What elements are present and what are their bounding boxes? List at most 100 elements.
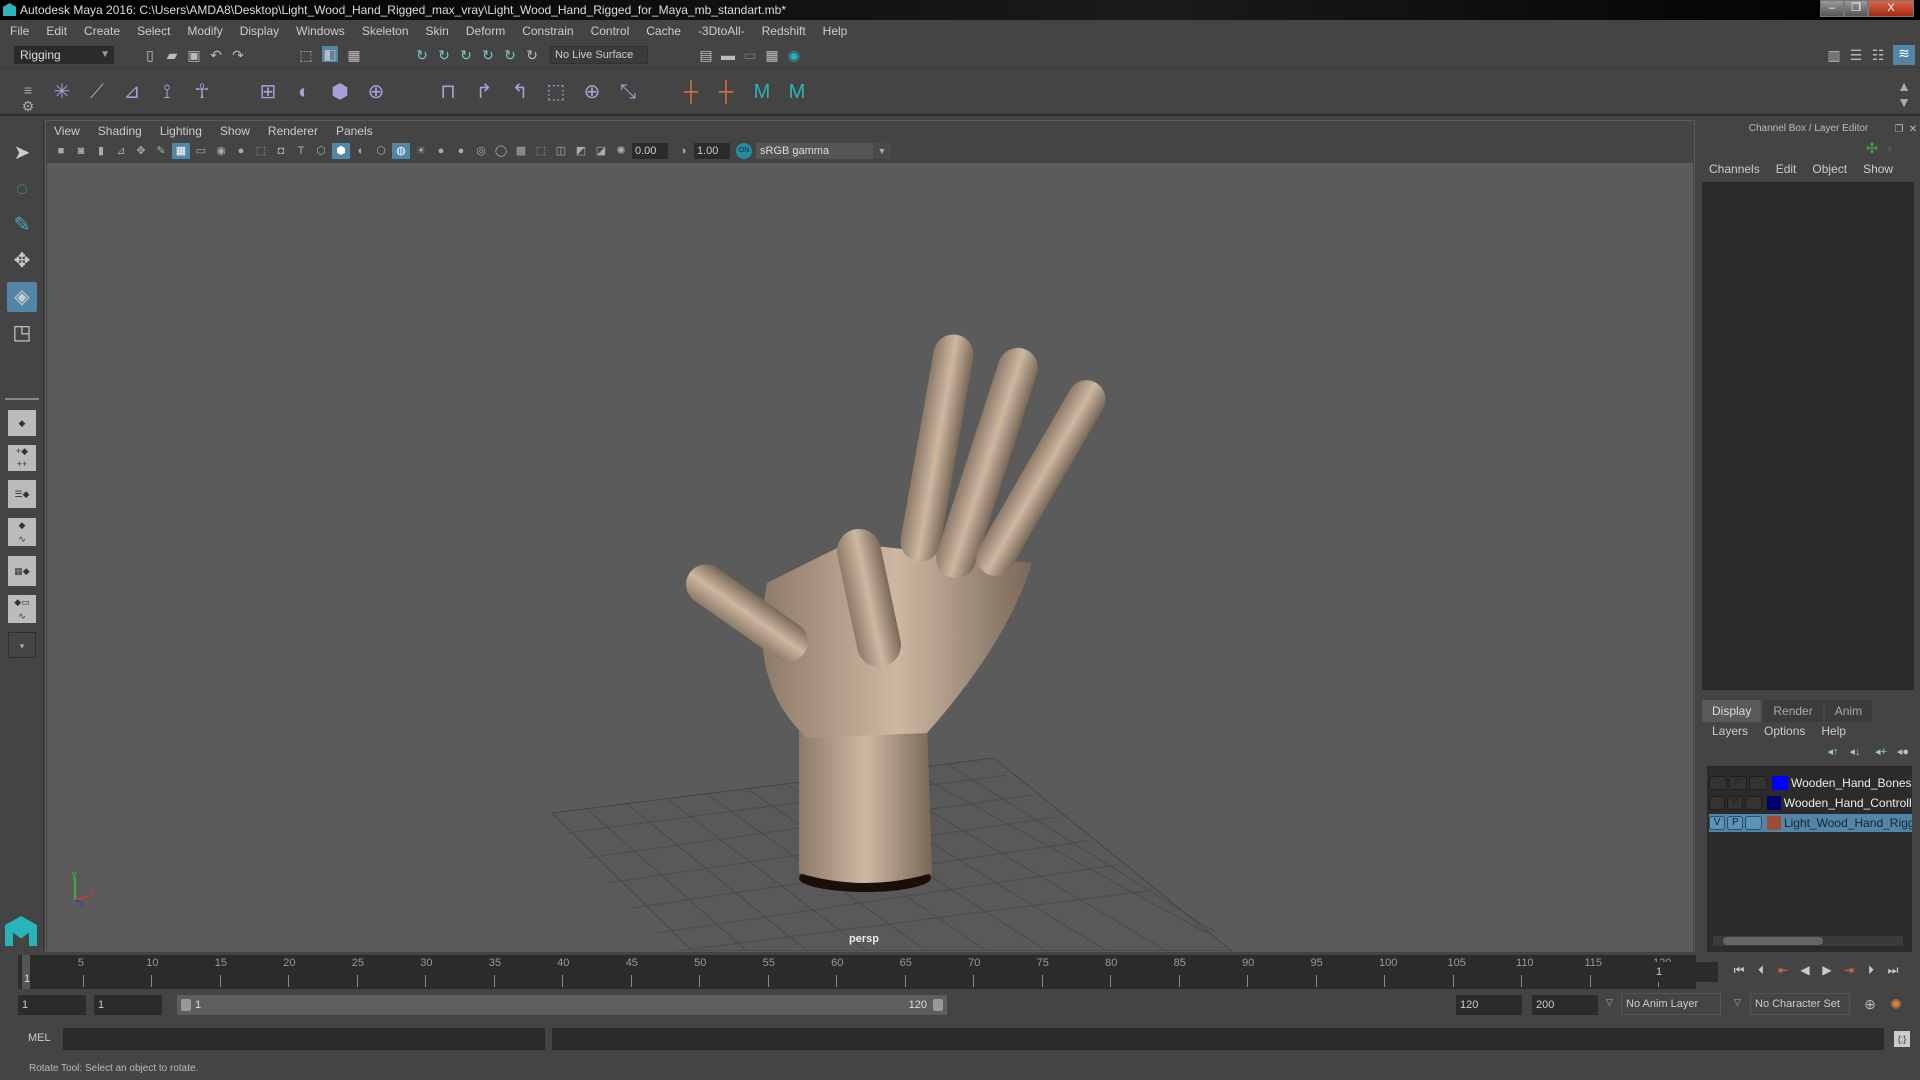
- manipulator-icon[interactable]: ✣: [1864, 140, 1880, 156]
- gamma-icon[interactable]: ◑: [674, 143, 692, 159]
- scrollbar-thumb[interactable]: [1723, 937, 1823, 945]
- menu-3dtoall[interactable]: -3DtoAll-: [698, 24, 745, 38]
- menu-set-dropdown[interactable]: Rigging ▼: [14, 46, 114, 64]
- menu-create[interactable]: Create: [84, 24, 120, 38]
- menu-skeleton[interactable]: Skeleton: [362, 24, 409, 38]
- layer-display-type-toggle[interactable]: [1749, 776, 1767, 790]
- new-empty-layer-icon[interactable]: ◂+: [1873, 744, 1889, 760]
- select-object-icon[interactable]: ◧: [322, 46, 338, 62]
- snap-curve-icon[interactable]: ↻: [436, 47, 452, 63]
- parent-constraint-icon[interactable]: ⊓: [436, 80, 460, 104]
- attribute-editor-icon[interactable]: ☰: [1848, 47, 1864, 63]
- script-editor-icon[interactable]: {;}: [1894, 1031, 1910, 1047]
- textured-icon[interactable]: ◍: [392, 143, 410, 159]
- exposure-field[interactable]: 0.00: [632, 143, 668, 159]
- render-settings-icon[interactable]: ▦: [764, 47, 780, 63]
- motion-blur-icon[interactable]: ◎: [472, 143, 490, 159]
- snap-view-plane-icon[interactable]: ↻: [502, 47, 518, 63]
- menu-modify[interactable]: Modify: [187, 24, 222, 38]
- xray-active-icon[interactable]: ◩: [572, 143, 590, 159]
- shelf-menu-icon[interactable]: ≡: [20, 82, 36, 98]
- locator-link-icon[interactable]: ┼: [714, 80, 738, 104]
- layer-row[interactable]: P Wooden_Hand_Controllers: [1709, 794, 1912, 812]
- persp-graph-layout-button[interactable]: ◆ ∿: [8, 518, 36, 546]
- 2d-pan-zoom-icon[interactable]: ✥: [132, 143, 150, 159]
- bind-skin-icon[interactable]: ⊞: [256, 80, 280, 104]
- menu-control[interactable]: Control: [591, 24, 630, 38]
- layer-row[interactable]: V P Light_Wood_Hand_Rigged: [1709, 814, 1912, 832]
- step-back-key-icon[interactable]: ⇤: [1772, 963, 1794, 978]
- playback-end-field[interactable]: 120: [1456, 995, 1522, 1015]
- humanik-icon[interactable]: ☥: [190, 80, 214, 104]
- depth-of-field-icon[interactable]: ▩: [512, 143, 530, 159]
- wireframe-on-shaded-icon[interactable]: ⬡: [372, 143, 390, 159]
- layer-playback-toggle[interactable]: P: [1727, 816, 1744, 830]
- tab-anim[interactable]: Anim: [1824, 700, 1873, 722]
- layer-visibility-toggle[interactable]: [1709, 796, 1726, 810]
- menu-deform[interactable]: Deform: [466, 24, 505, 38]
- gear-icon[interactable]: ⚙: [20, 98, 36, 114]
- go-to-end-icon[interactable]: ⏭: [1882, 963, 1904, 978]
- bookmark-icon[interactable]: ▮: [92, 143, 110, 159]
- redo-icon[interactable]: ↷: [230, 47, 246, 63]
- four-pane-layout-button[interactable]: +◆ ++: [8, 445, 36, 471]
- camera-select-icon[interactable]: ■: [52, 143, 70, 159]
- animation-preferences-icon[interactable]: ✺: [1888, 996, 1904, 1012]
- menu-file[interactable]: File: [10, 24, 29, 38]
- shelf-scroll-up-icon[interactable]: ▲: [1896, 78, 1912, 94]
- select-tool-icon[interactable]: ➤: [7, 138, 37, 168]
- new-layer-from-selection-icon[interactable]: ◂●: [1895, 744, 1911, 760]
- layer-playback-toggle[interactable]: P: [1729, 776, 1747, 790]
- persp-graph-hypergraph-layout-button[interactable]: ◆▭ ∿: [8, 595, 36, 623]
- layer-color-swatch[interactable]: [1772, 776, 1788, 790]
- isolate-select-icon[interactable]: ⬚: [532, 143, 550, 159]
- step-back-frame-icon[interactable]: ⏴: [1750, 963, 1772, 978]
- smooth-bind-icon[interactable]: ◐: [292, 80, 316, 104]
- maya-logo-icon[interactable]: M: [750, 80, 774, 104]
- cluster-icon[interactable]: ⊕: [364, 80, 388, 104]
- play-backwards-icon[interactable]: ◀: [1794, 963, 1816, 978]
- viewport-menu-shading[interactable]: Shading: [98, 124, 142, 138]
- render-view-icon[interactable]: ▤: [698, 47, 714, 63]
- exposure-icon[interactable]: ✺: [612, 143, 630, 159]
- snap-grid-icon[interactable]: ↻: [414, 47, 430, 63]
- safe-action-icon[interactable]: ◘: [272, 143, 290, 159]
- viewport-menu-view[interactable]: View: [54, 124, 80, 138]
- lattice-icon[interactable]: ⬢: [328, 80, 352, 104]
- le-menu-options[interactable]: Options: [1764, 724, 1805, 738]
- anim-layer-dropdown-arrow[interactable]: ▽: [1606, 997, 1613, 1008]
- time-slider[interactable]: 1 5 10 15 20 25 30 35 40 45 50 55 60 65 70 75 80 85 90 95 1…: [18, 955, 1696, 989]
- select-component-icon[interactable]: ▦: [346, 47, 362, 63]
- modeling-toolkit-icon[interactable]: ▥: [1826, 47, 1842, 63]
- shadows-icon[interactable]: ●: [432, 143, 450, 159]
- tool-settings-icon[interactable]: ☷: [1870, 47, 1886, 63]
- layer-color-swatch[interactable]: [1766, 816, 1781, 830]
- safe-title-icon[interactable]: T: [292, 143, 310, 159]
- grid-icon[interactable]: ▦: [172, 143, 190, 159]
- menu-display[interactable]: Display: [240, 24, 279, 38]
- pole-vector-icon[interactable]: ⤡: [616, 80, 640, 104]
- paint-select-tool-icon[interactable]: ✎: [7, 210, 37, 240]
- menu-skin[interactable]: Skin: [426, 24, 449, 38]
- cb-menu-show[interactable]: Show: [1863, 162, 1893, 176]
- view-transform-dropdown[interactable]: sRGB gamma ▼: [756, 143, 891, 159]
- move-layer-down-icon[interactable]: ◂↓: [1847, 744, 1863, 760]
- snap-point-icon[interactable]: ↻: [458, 47, 474, 63]
- joint-tool-icon[interactable]: ✳: [50, 80, 74, 104]
- maya-logo-alt-icon[interactable]: M: [785, 80, 809, 104]
- layer-color-swatch[interactable]: [1766, 796, 1781, 810]
- anim-layer-dropdown[interactable]: No Anim Layer: [1621, 993, 1721, 1015]
- layer-row[interactable]: P Wooden_Hand_Bones: [1709, 774, 1912, 792]
- hypershade-persp-layout-button[interactable]: ▦◆: [8, 556, 36, 586]
- range-start-handle[interactable]: [181, 999, 191, 1011]
- orient-constraint-icon[interactable]: ↰: [508, 80, 532, 104]
- undo-icon[interactable]: ↶: [208, 47, 224, 63]
- lights-icon[interactable]: ☀: [412, 143, 430, 159]
- horizontal-scrollbar[interactable]: [1713, 936, 1903, 946]
- render-icon[interactable]: ▬: [720, 47, 736, 63]
- range-slider[interactable]: 1 120: [177, 995, 947, 1015]
- gamma-field[interactable]: 1.00: [694, 143, 730, 159]
- menu-help[interactable]: Help: [823, 24, 848, 38]
- more-layouts-button[interactable]: ▾: [8, 632, 36, 658]
- le-menu-layers[interactable]: Layers: [1712, 724, 1748, 738]
